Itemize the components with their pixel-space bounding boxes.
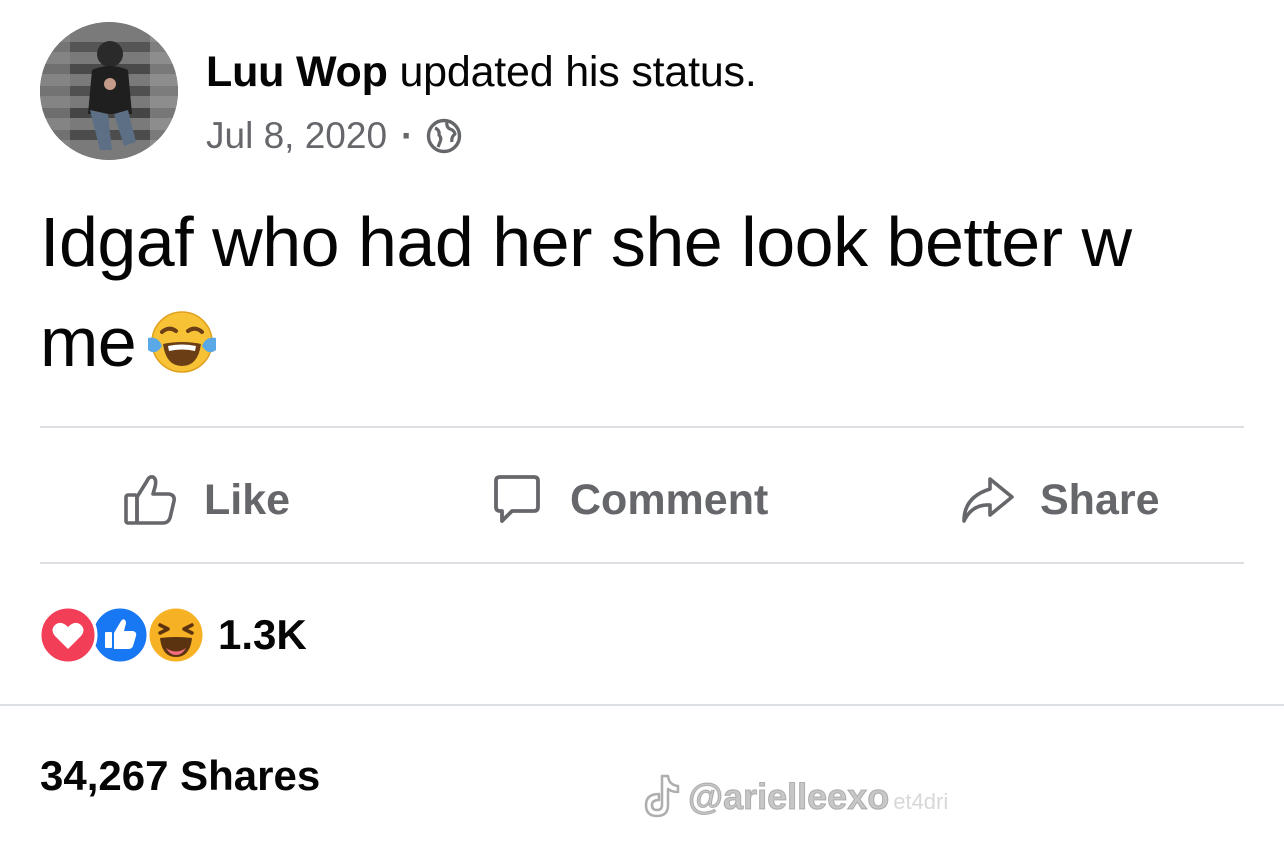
avatar[interactable] <box>40 22 178 160</box>
comment-button[interactable]: Comment <box>486 462 768 538</box>
share-label: Share <box>1040 475 1160 524</box>
author-name[interactable]: Luu Wop <box>206 48 388 96</box>
comment-icon <box>486 469 548 531</box>
comment-label: Comment <box>570 475 769 524</box>
share-arrow-icon <box>956 469 1018 531</box>
avatar-photo <box>40 22 178 160</box>
meta-separator: · <box>401 115 414 156</box>
tears-of-joy-emoji <box>142 300 222 380</box>
divider-bottom <box>0 704 1284 706</box>
watermark: @arielleexo et4dri <box>640 772 948 822</box>
post-date[interactable]: Jul 8, 2020 <box>206 114 387 158</box>
divider-middle <box>40 562 1244 564</box>
globe-icon[interactable] <box>425 117 463 155</box>
author-action-text: updated his status. <box>399 48 757 96</box>
divider-top <box>40 426 1244 428</box>
share-button[interactable]: Share <box>956 462 1160 538</box>
love-reaction-icon <box>38 605 98 665</box>
post-text: Idgaf who had her she look better w me <box>40 192 1240 392</box>
watermark-id: et4dri <box>893 789 949 814</box>
reaction-icons <box>38 603 210 667</box>
like-button[interactable]: Like <box>120 462 290 538</box>
watermark-handle: @arielleexo <box>687 776 890 818</box>
tiktok-icon <box>640 772 684 822</box>
shares-count[interactable]: 34,267 Shares <box>40 752 320 800</box>
post-meta: Jul 8, 2020 · <box>206 114 463 158</box>
reactions-summary[interactable]: 1.3K <box>38 600 307 670</box>
thumbs-up-icon <box>120 469 182 531</box>
like-label: Like <box>204 475 291 524</box>
reaction-count[interactable]: 1.3K <box>218 611 307 659</box>
post-header: Luu Wop updated his status. <box>206 46 757 98</box>
haha-reaction-icon <box>146 605 206 665</box>
like-reaction-icon <box>90 605 150 665</box>
